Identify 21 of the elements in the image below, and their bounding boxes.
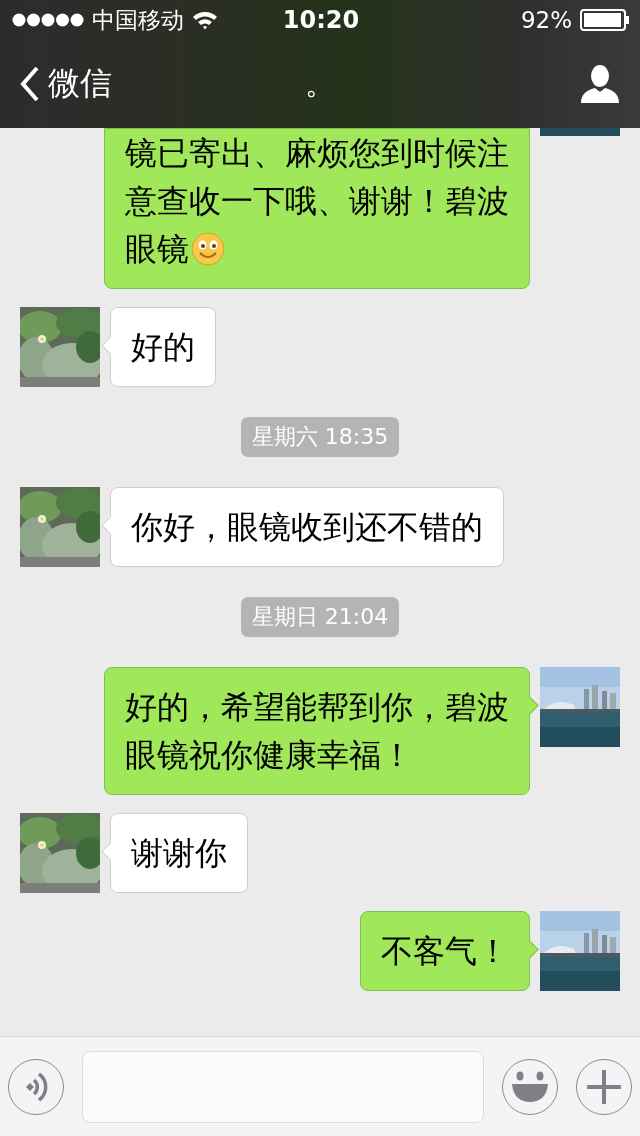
message-bubble[interactable]: 好的，希望能帮到你，碧波眼镜祝你健康幸福！ bbox=[104, 667, 530, 795]
message-bubble[interactable]: 镜已寄出、麻烦您到时候注意查收一下哦、谢谢！碧波眼镜 bbox=[104, 128, 530, 289]
carrier-name: 中国移动 bbox=[92, 5, 184, 35]
battery-percent: 92% bbox=[520, 7, 572, 33]
message-bubble[interactable]: 你好，眼镜收到还不错的 bbox=[110, 487, 504, 567]
chat-title: 。 bbox=[305, 64, 335, 103]
battery-icon bbox=[580, 9, 630, 31]
plus-icon bbox=[587, 1069, 621, 1104]
person-icon bbox=[580, 65, 620, 103]
message-bubble[interactable]: 谢谢你 bbox=[110, 813, 248, 893]
message-input-field[interactable] bbox=[82, 1050, 484, 1123]
contact-profile-button[interactable] bbox=[580, 65, 620, 103]
message-bubble[interactable]: 不客气！ bbox=[360, 911, 530, 991]
signal-icon bbox=[12, 12, 84, 28]
back-button[interactable]: 微信 bbox=[20, 62, 112, 106]
chevron-icon bbox=[20, 66, 40, 102]
message-bubble[interactable]: 好的 bbox=[110, 307, 216, 387]
timestamp: 星期日 21:04 bbox=[240, 597, 400, 637]
clock-time: 10:20 bbox=[282, 6, 360, 34]
wifi-icon bbox=[192, 10, 218, 30]
timestamp: 星期六 18:35 bbox=[240, 417, 400, 457]
